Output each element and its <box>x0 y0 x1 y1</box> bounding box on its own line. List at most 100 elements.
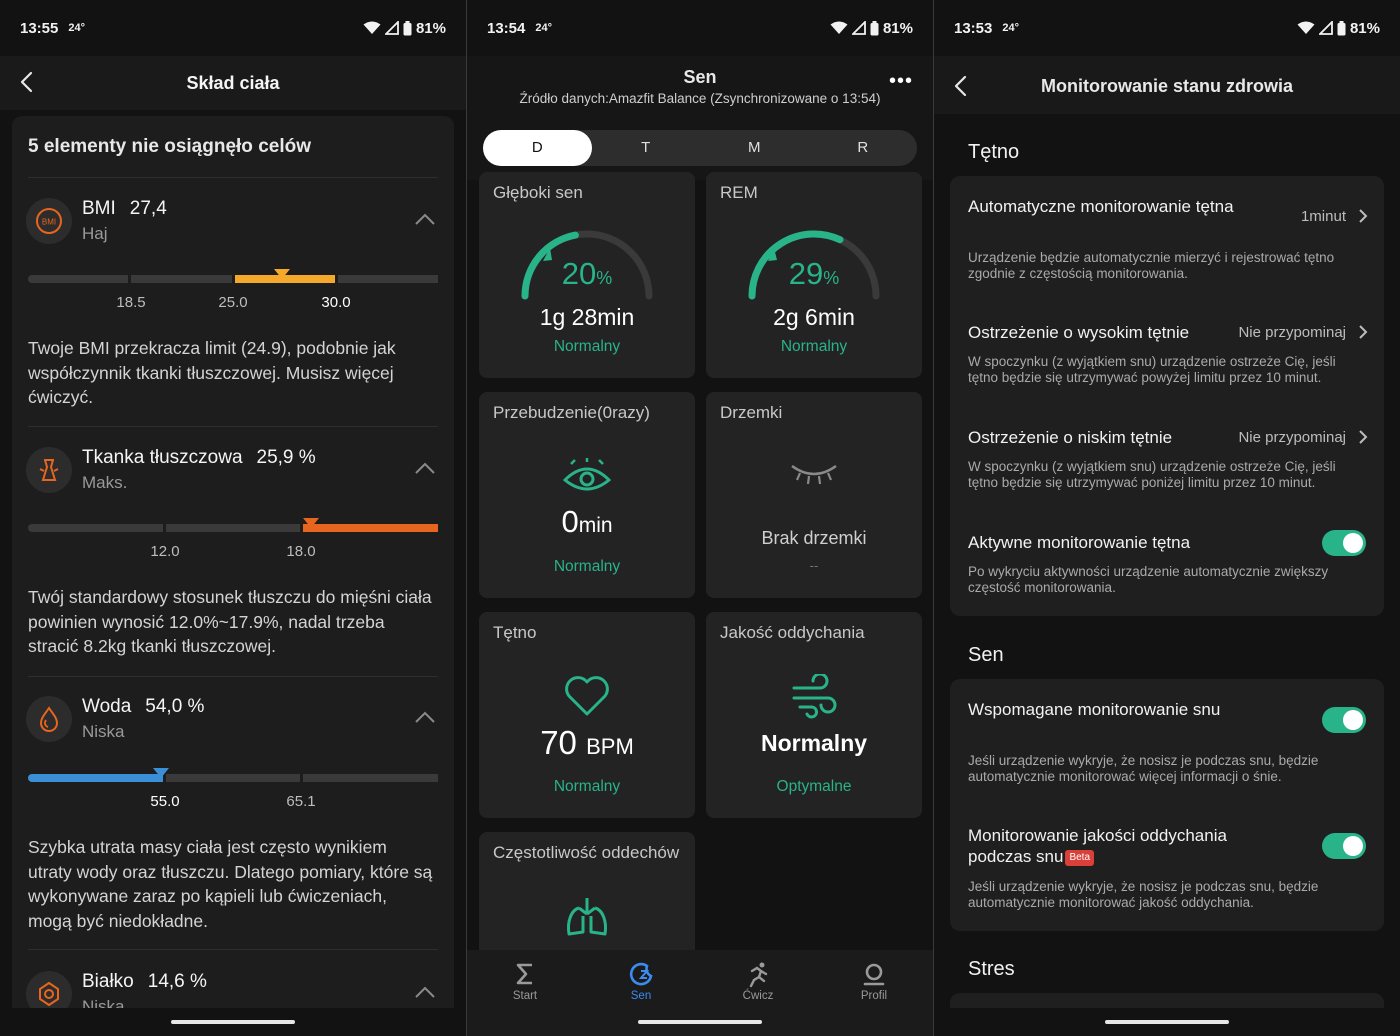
active-hr-toggle[interactable] <box>1322 530 1366 556</box>
health-monitoring-screen: 13:53 24° 81% Monitorowanie stanu zdrowi… <box>934 0 1400 1036</box>
heart-rate-tile[interactable]: Tętno 70 BPM Normalny <box>479 612 695 818</box>
metric-name: Białko 14,6 % <box>82 971 207 992</box>
low-hr-alert-row[interactable]: Ostrzeżenie o niskim tętnie Nie przypomi… <box>950 417 1384 497</box>
tab-day[interactable]: D <box>483 130 592 166</box>
sleep-settings-panel: Wspomagane monitorowanie snu Jeśli urząd… <box>950 679 1384 931</box>
signal-icon <box>851 21 866 35</box>
battery-icon <box>403 20 412 35</box>
status-bar: 13:55 24° 81% <box>0 0 466 56</box>
heart-rate-value: 70 BPM <box>540 724 634 761</box>
awake-tile[interactable]: Przebudzenie(0razy) 0min Normalny <box>479 392 695 598</box>
chevron-up-icon[interactable] <box>414 710 436 724</box>
range-marker <box>153 768 169 778</box>
high-hr-alert-row[interactable]: Ostrzeżenie o wysokim tętnie Nie przypom… <box>950 312 1384 392</box>
sleep-screen: 13:54 24° 81% Sen Źródło danych:Amazfit … <box>467 0 933 1036</box>
home-indicator[interactable] <box>1105 1020 1229 1024</box>
metric-status: Maks. <box>82 473 128 492</box>
range-tick: 25.0 <box>218 294 248 311</box>
section-heart-rate: Tętno <box>968 141 1020 163</box>
chevron-right-icon <box>1359 430 1368 444</box>
rem-tile[interactable]: REM 29% 2g 6min Normalny <box>706 172 922 378</box>
running-icon <box>749 962 768 988</box>
chevron-up-icon[interactable] <box>414 985 436 999</box>
home-indicator[interactable] <box>638 1020 762 1024</box>
row-title: Monitorowanie jakości oddychania podczas… <box>968 826 1227 866</box>
nav-label: Sen <box>630 990 652 1002</box>
wifi-icon <box>1297 21 1315 34</box>
deep-sleep-tile[interactable]: Głęboki sen 20% 1g 28min Normalny <box>479 172 695 378</box>
nav-label: Start <box>512 990 538 1002</box>
chevron-up-icon[interactable] <box>414 461 436 475</box>
more-options-icon[interactable]: ••• <box>889 70 913 93</box>
status-icons: 81% <box>1297 20 1380 37</box>
svg-text:BMI: BMI <box>42 218 56 227</box>
lungs-icon <box>567 898 607 936</box>
heart-rate-settings-panel: Automatyczne monitorowanie tętna 1minut … <box>950 176 1384 616</box>
header: Monitorowanie stanu zdrowia <box>934 56 1400 114</box>
water-drop-icon <box>26 696 72 742</box>
metric-status: Haj <box>82 224 108 243</box>
breathing-quality-tile[interactable]: Jakość oddychania Normalny Optymalne <box>706 612 922 818</box>
naps-value: Brak drzemki <box>761 528 867 548</box>
card-title: 5 elementy nie osiągnęło celów <box>28 136 311 157</box>
tab-week[interactable]: T <box>592 130 701 166</box>
range-tick: 55.0 <box>150 793 180 810</box>
nav-sleep[interactable]: Sen <box>601 960 681 1002</box>
tile-title: Głęboki sen <box>493 183 583 202</box>
battery-percent: 81% <box>415 19 446 37</box>
status-time: 13:54 <box>487 19 526 37</box>
nav-label: Ćwicz <box>742 990 774 1002</box>
naps-tile[interactable]: Drzemki Brak drzemki -- <box>706 392 922 598</box>
profile-icon <box>863 963 885 986</box>
nav-start[interactable]: Start <box>485 960 565 1002</box>
chevron-up-icon[interactable] <box>414 212 436 226</box>
auto-hr-monitoring-row[interactable]: Automatyczne monitorowanie tętna 1minut … <box>950 176 1384 286</box>
metric-value: 54,0 % <box>145 696 205 717</box>
sleep-moon-icon <box>629 962 653 986</box>
assisted-sleep-toggle[interactable] <box>1322 707 1366 733</box>
battery-percent: 81% <box>1349 19 1380 37</box>
divider <box>28 676 438 677</box>
rem-duration: 2g 6min <box>773 304 855 330</box>
home-indicator[interactable] <box>171 1020 295 1024</box>
tab-month[interactable]: M <box>700 130 809 166</box>
page-title: Monitorowanie stanu zdrowia <box>1040 76 1293 96</box>
bmi-icon: BMI <box>26 198 72 244</box>
deep-sleep-duration: 1g 28min <box>539 304 635 330</box>
row-description: Po wykryciu aktywności urządzenie automa… <box>968 564 1329 595</box>
tile-title: Tętno <box>493 623 537 642</box>
row-title: Ostrzeżenie o niskim tętnie <box>968 428 1173 447</box>
screens: 13:55 24° 81% Skład ciała 5 elementy nie… <box>0 0 1400 1036</box>
breathing-quality-toggle[interactable] <box>1322 833 1366 859</box>
nav-workout[interactable]: Ćwicz <box>718 960 798 1002</box>
body-composition-screen: 13:55 24° 81% Skład ciała 5 elementy nie… <box>0 0 466 1036</box>
row-description: W spoczynku (z wyjątkiem snu) urządzenie… <box>968 354 1336 385</box>
nav-profile[interactable]: Profil <box>834 960 914 1002</box>
metric-value: 14,6 % <box>147 971 207 992</box>
tile-status: Normalny <box>553 338 621 355</box>
row-value: Nie przypominaj <box>1238 429 1346 446</box>
page-title: Sen <box>683 67 717 87</box>
row-description: Urządzenie będzie automatycznie mierzyć … <box>968 250 1335 281</box>
sleep-header: Sen Źródło danych:Amazfit Balance (Zsync… <box>467 56 933 180</box>
tile-title: REM <box>720 183 758 202</box>
signal-icon <box>384 21 399 35</box>
battery-icon <box>870 20 879 35</box>
status-bar: 13:54 24° 81% <box>467 0 933 56</box>
metric-description: Szybka utrata masy ciała jest często wyn… <box>28 837 433 931</box>
range-tick: 65.1 <box>286 793 316 810</box>
status-time: 13:55 <box>20 19 59 37</box>
divider <box>28 426 438 427</box>
metric-name: Woda 54,0 % <box>82 696 205 717</box>
status-temperature: 24° <box>1002 22 1020 34</box>
signal-icon <box>1318 21 1333 35</box>
body-fat-range-bar <box>28 518 439 532</box>
eye-closed-icon <box>791 464 837 485</box>
section-sleep: Sen <box>968 644 1004 666</box>
tab-year[interactable]: R <box>809 130 918 166</box>
header: Skład ciała <box>0 56 466 110</box>
metric-name: BMI 27,4 <box>82 198 167 219</box>
section-stress: Stres <box>968 958 1015 980</box>
back-arrow-icon[interactable] <box>16 70 40 94</box>
bmi-range-bar <box>28 269 438 283</box>
